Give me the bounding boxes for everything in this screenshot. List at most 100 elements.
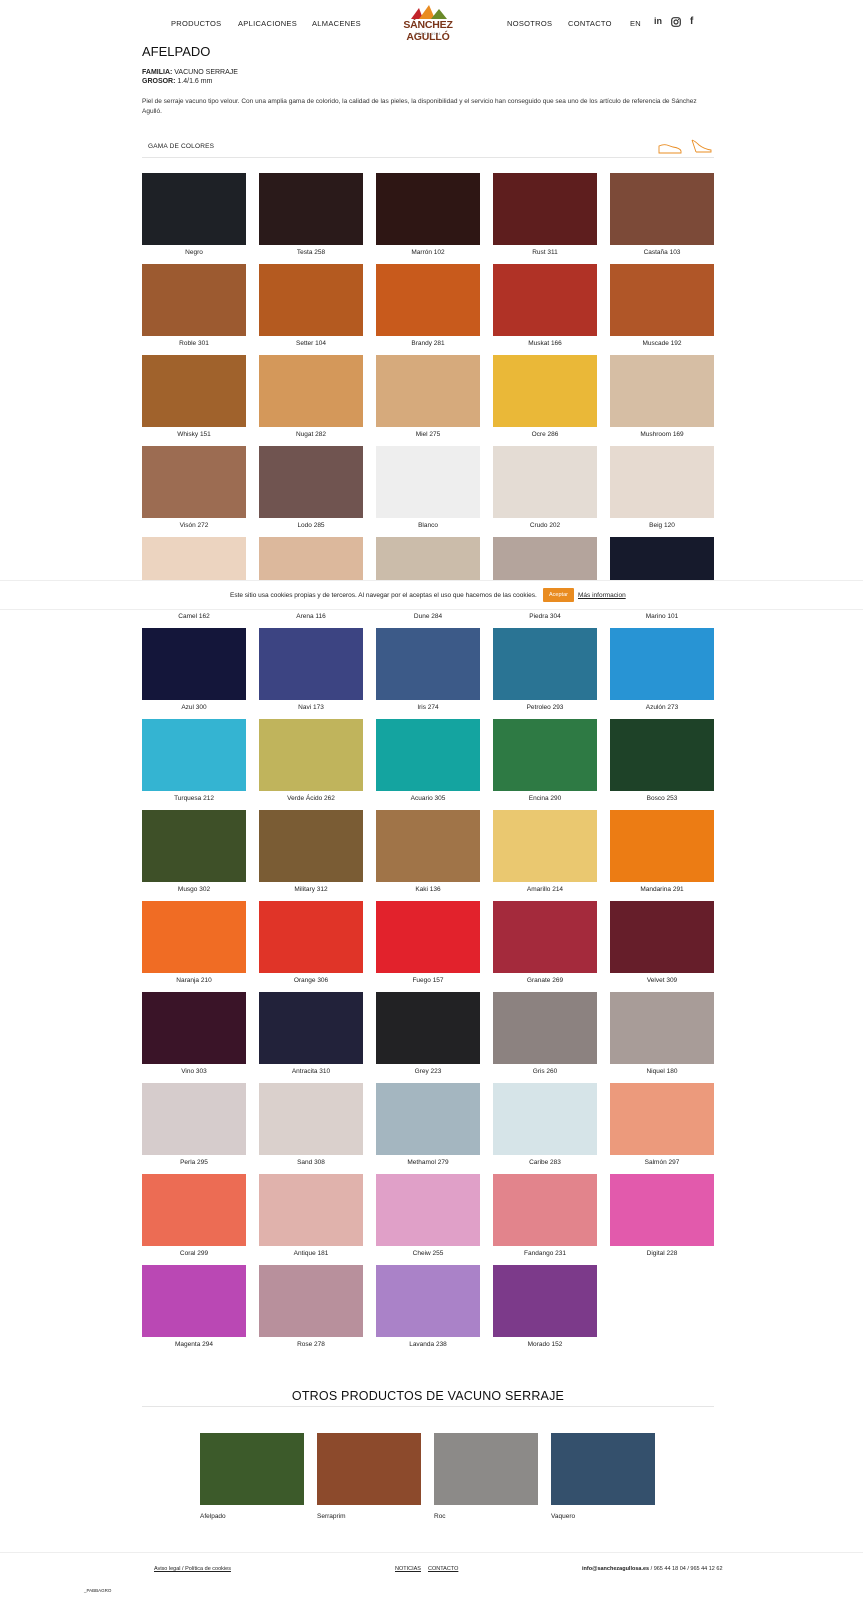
men-shoe-icon[interactable] xyxy=(658,141,682,154)
color-swatch[interactable]: Lodo 285 xyxy=(259,446,363,534)
swatch-image[interactable] xyxy=(142,810,246,882)
swatch-image[interactable] xyxy=(493,719,597,791)
other-product-card[interactable]: Vaquero xyxy=(551,1433,655,1525)
swatch-image[interactable] xyxy=(376,719,480,791)
swatch-image[interactable] xyxy=(259,719,363,791)
color-swatch[interactable]: Iris 274 xyxy=(376,628,480,716)
color-swatch[interactable]: Kaki 136 xyxy=(376,810,480,898)
color-swatch[interactable]: Perla 295 xyxy=(142,1083,246,1171)
swatch-image[interactable] xyxy=(376,264,480,336)
color-swatch[interactable]: Encina 290 xyxy=(493,719,597,807)
color-swatch[interactable]: Antique 181 xyxy=(259,1174,363,1262)
color-swatch[interactable]: Sand 308 xyxy=(259,1083,363,1171)
color-swatch[interactable]: Granate 269 xyxy=(493,901,597,989)
color-swatch[interactable]: Vino 303 xyxy=(142,992,246,1080)
swatch-image[interactable] xyxy=(142,719,246,791)
swatch-image[interactable] xyxy=(259,446,363,518)
swatch-image[interactable] xyxy=(259,355,363,427)
color-swatch[interactable]: Setter 104 xyxy=(259,264,363,352)
swatch-image[interactable] xyxy=(610,901,714,973)
nav-almacenes[interactable]: ALMACENES xyxy=(312,19,361,28)
swatch-image[interactable] xyxy=(493,446,597,518)
other-product-label[interactable]: Serraprim xyxy=(317,1513,346,1520)
swatch-image[interactable] xyxy=(493,1083,597,1155)
swatch-image[interactable] xyxy=(493,1174,597,1246)
cookie-accept-button[interactable]: Aceptar xyxy=(543,588,574,602)
swatch-image[interactable] xyxy=(376,446,480,518)
color-swatch[interactable]: Coral 299 xyxy=(142,1174,246,1262)
color-swatch[interactable]: Muscade 192 xyxy=(610,264,714,352)
swatch-image[interactable] xyxy=(493,628,597,700)
color-swatch[interactable]: Amarillo 214 xyxy=(493,810,597,898)
color-swatch[interactable]: Mushroom 169 xyxy=(610,355,714,443)
other-product-label[interactable]: Vaquero xyxy=(551,1513,575,1520)
color-swatch[interactable]: Azulón 273 xyxy=(610,628,714,716)
color-swatch[interactable]: Cheiw 255 xyxy=(376,1174,480,1262)
swatch-image[interactable] xyxy=(142,355,246,427)
swatch-image[interactable] xyxy=(610,1083,714,1155)
logo[interactable]: SÁNCHEZ AGULLÓ DESDE 1904 xyxy=(388,5,468,43)
color-swatch[interactable]: Brandy 281 xyxy=(376,264,480,352)
swatch-image[interactable] xyxy=(142,1174,246,1246)
nav-aplicaciones[interactable]: APLICACIONES xyxy=(238,19,297,28)
other-product-card[interactable]: Afelpado xyxy=(200,1433,304,1525)
color-swatch[interactable]: Ocre 286 xyxy=(493,355,597,443)
swatch-image[interactable] xyxy=(376,810,480,882)
swatch-image[interactable] xyxy=(376,173,480,245)
color-swatch[interactable]: Lavanda 238 xyxy=(376,1265,480,1353)
swatch-image[interactable] xyxy=(610,173,714,245)
footer-legal-link[interactable]: Aviso legal / Política de cookies xyxy=(154,1566,231,1572)
color-swatch[interactable]: Military 312 xyxy=(259,810,363,898)
color-swatch[interactable]: Blanco xyxy=(376,446,480,534)
nav-productos[interactable]: PRODUCTOS xyxy=(171,19,221,28)
color-swatch[interactable]: Digital 228 xyxy=(610,1174,714,1262)
other-product-image[interactable] xyxy=(551,1433,655,1505)
color-swatch[interactable]: Roble 301 xyxy=(142,264,246,352)
color-swatch[interactable]: Caribe 283 xyxy=(493,1083,597,1171)
swatch-image[interactable] xyxy=(493,901,597,973)
color-swatch[interactable]: Antracita 310 xyxy=(259,992,363,1080)
swatch-image[interactable] xyxy=(493,992,597,1064)
swatch-image[interactable] xyxy=(610,810,714,882)
color-swatch[interactable]: Methamol 279 xyxy=(376,1083,480,1171)
instagram-icon[interactable] xyxy=(671,17,681,27)
color-swatch[interactable]: Miel 275 xyxy=(376,355,480,443)
swatch-image[interactable] xyxy=(610,1174,714,1246)
color-swatch[interactable]: Petroleo 293 xyxy=(493,628,597,716)
color-swatch[interactable]: Morado 152 xyxy=(493,1265,597,1353)
swatch-image[interactable] xyxy=(259,810,363,882)
swatch-image[interactable] xyxy=(142,1265,246,1337)
color-swatch[interactable]: Beig 120 xyxy=(610,446,714,534)
swatch-image[interactable] xyxy=(610,719,714,791)
other-product-image[interactable] xyxy=(434,1433,538,1505)
color-swatch[interactable]: Fandango 231 xyxy=(493,1174,597,1262)
color-swatch[interactable]: Mandarina 291 xyxy=(610,810,714,898)
color-swatch[interactable]: Azul 300 xyxy=(142,628,246,716)
swatch-image[interactable] xyxy=(493,264,597,336)
other-product-image[interactable] xyxy=(317,1433,421,1505)
color-swatch[interactable]: Castaña 103 xyxy=(610,173,714,261)
swatch-image[interactable] xyxy=(376,1265,480,1337)
color-swatch[interactable]: Rose 278 xyxy=(259,1265,363,1353)
language-switch[interactable]: EN xyxy=(630,19,641,28)
swatch-image[interactable] xyxy=(376,901,480,973)
swatch-image[interactable] xyxy=(376,355,480,427)
other-product-card[interactable]: Roc xyxy=(434,1433,538,1525)
color-swatch[interactable]: Niquel 180 xyxy=(610,992,714,1080)
color-swatch[interactable]: Testa 258 xyxy=(259,173,363,261)
swatch-image[interactable] xyxy=(493,173,597,245)
swatch-image[interactable] xyxy=(142,446,246,518)
color-swatch[interactable]: Salmón 297 xyxy=(610,1083,714,1171)
swatch-image[interactable] xyxy=(259,992,363,1064)
color-swatch[interactable]: Gris 260 xyxy=(493,992,597,1080)
footer-noticias-link[interactable]: NOTICIAS xyxy=(395,1566,421,1572)
swatch-image[interactable] xyxy=(376,628,480,700)
other-product-label[interactable]: Roc xyxy=(434,1513,446,1520)
color-swatch[interactable]: Velvet 309 xyxy=(610,901,714,989)
swatch-image[interactable] xyxy=(142,992,246,1064)
swatch-image[interactable] xyxy=(610,992,714,1064)
color-swatch[interactable]: Crudo 202 xyxy=(493,446,597,534)
swatch-image[interactable] xyxy=(493,1265,597,1337)
color-swatch[interactable]: Bosco 253 xyxy=(610,719,714,807)
footer-email[interactable]: info@sanchezagullosa.es xyxy=(582,1566,649,1572)
